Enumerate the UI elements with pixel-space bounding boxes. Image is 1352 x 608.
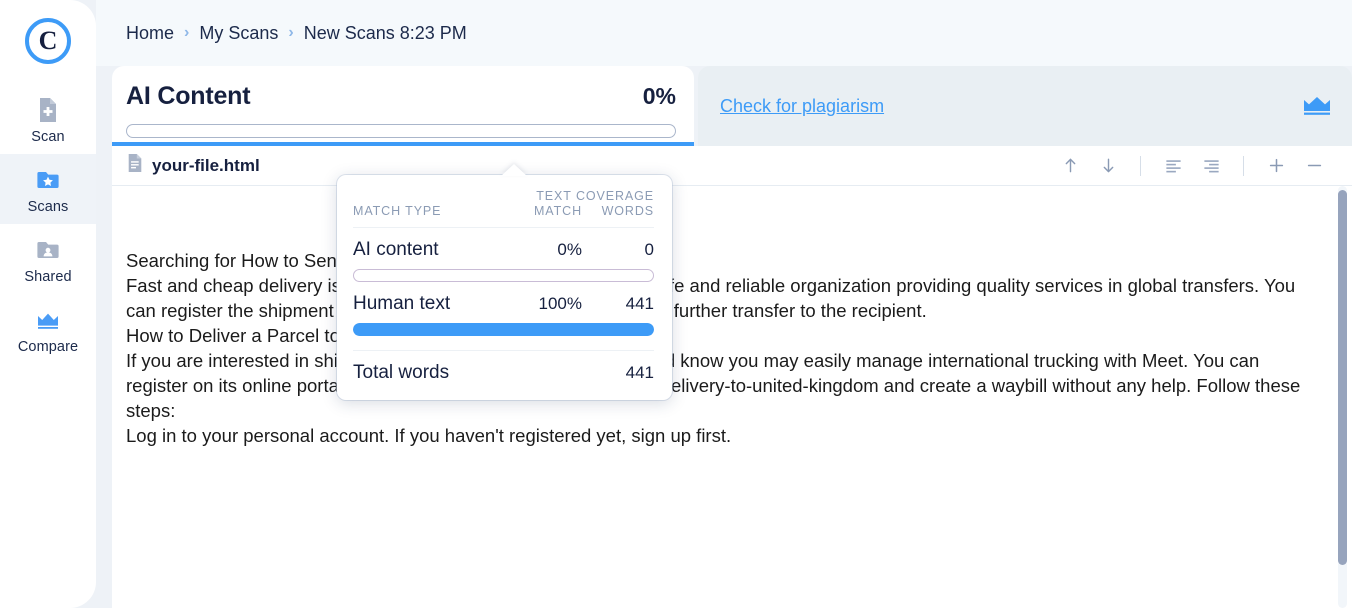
popover-row-human-text: Human text 100% 441 xyxy=(353,282,654,315)
align-left-icon[interactable] xyxy=(1161,154,1185,178)
popover-arrow xyxy=(501,164,527,176)
row-match-percent: 0% xyxy=(557,240,582,259)
result-panel-header: AI Content 0% Check for plagiarism xyxy=(112,66,1352,146)
file-document-icon xyxy=(126,153,144,178)
arrow-down-icon[interactable] xyxy=(1096,154,1120,178)
crown-icon[interactable] xyxy=(1302,95,1332,117)
plus-icon[interactable] xyxy=(1264,154,1288,178)
plagiarism-card[interactable]: Check for plagiarism xyxy=(698,66,1352,146)
match-summary-popover: TEXT COVERAGE MATCH TYPE MATCH WORDS AI … xyxy=(337,164,672,400)
scrollbar-thumb[interactable] xyxy=(1338,190,1347,565)
toolbar-divider-2 xyxy=(1243,155,1244,176)
text-coverage-label: TEXT COVERAGE xyxy=(536,189,654,203)
align-right-icon[interactable] xyxy=(1199,154,1223,178)
app-root: C Scan Scans Shared Compare Home › My Sc… xyxy=(0,0,1352,608)
document-toolbar: your-file.html xyxy=(112,146,1352,186)
total-words-value: 441 xyxy=(625,363,654,382)
document-paragraph: Searching for How to Send a Parcel to th… xyxy=(126,250,1301,446)
file-chip: your-file.html xyxy=(126,153,260,178)
toolbar-divider-1 xyxy=(1140,155,1141,176)
total-words-label: Total words xyxy=(353,362,450,383)
popover-total-words-row: Total words 441 xyxy=(353,351,654,384)
row-word-count: 0 xyxy=(644,240,654,259)
human-text-bar-fill xyxy=(353,323,654,336)
popover-column-headers: MATCH TYPE MATCH WORDS xyxy=(353,204,654,228)
ai-content-percent: 0% xyxy=(642,83,676,109)
folder-person-icon xyxy=(32,235,64,265)
column-header-match-type: MATCH TYPE xyxy=(353,204,442,218)
document-pane: your-file.html Searching for How to Send… xyxy=(112,146,1352,608)
sidebar-item-label: Scan xyxy=(31,129,65,145)
popover-row-ai-content: AI content 0% 0 xyxy=(353,228,654,261)
breadcrumb-item-my-scans[interactable]: My Scans xyxy=(199,23,278,44)
document-plus-icon xyxy=(32,95,64,125)
arrow-up-icon[interactable] xyxy=(1058,154,1082,178)
sidebar-item-compare[interactable]: Compare xyxy=(0,294,96,364)
human-text-bar xyxy=(353,323,654,336)
column-header-match: MATCH xyxy=(533,204,582,218)
check-for-plagiarism-link[interactable]: Check for plagiarism xyxy=(720,96,884,117)
page-title: AI Content xyxy=(126,82,251,110)
document-scrollbar[interactable] xyxy=(1338,186,1347,608)
ai-content-card[interactable]: AI Content 0% xyxy=(112,66,694,146)
ai-content-progress-bar xyxy=(126,124,676,138)
breadcrumb: Home › My Scans › New Scans 8:23 PM xyxy=(126,23,467,44)
crown-icon xyxy=(32,305,64,335)
breadcrumb-item-home[interactable]: Home xyxy=(126,23,174,44)
folder-star-icon xyxy=(32,165,64,195)
ai-content-card-top: AI Content 0% xyxy=(126,82,676,111)
breadcrumb-item-current: New Scans 8:23 PM xyxy=(303,22,467,43)
sidebar-item-label: Scans xyxy=(27,199,69,215)
sidebar-nav: Scan Scans Shared Compare xyxy=(0,84,96,364)
top-bar: Home › My Scans › New Scans 8:23 PM xyxy=(96,0,1352,66)
chevron-right-icon: › xyxy=(184,24,190,41)
sidebar-item-shared[interactable]: Shared xyxy=(0,224,96,294)
column-header-words: WORDS xyxy=(601,204,654,218)
row-label: Human text xyxy=(353,293,451,314)
workspace: AI Content 0% Check for plagiarism your-… xyxy=(96,66,1352,608)
row-match-percent: 100% xyxy=(538,294,582,313)
file-name-label: your-file.html xyxy=(152,155,260,175)
sidebar-item-label: Compare xyxy=(17,339,79,355)
document-toolbar-actions xyxy=(1058,154,1326,178)
document-body[interactable]: Searching for How to Send a Parcel to th… xyxy=(112,186,1352,608)
sidebar-item-label: Shared xyxy=(24,269,72,285)
document-text: Searching for How to Send a Parcel to th… xyxy=(126,198,1326,608)
row-label: AI content xyxy=(353,239,439,260)
ai-content-bar xyxy=(353,269,654,282)
minus-icon[interactable] xyxy=(1302,154,1326,178)
main-area: Home › My Scans › New Scans 8:23 PM AI C… xyxy=(96,0,1352,608)
copyleaks-c-logo: C xyxy=(25,18,71,64)
sidebar-item-scan[interactable]: Scan xyxy=(0,84,96,154)
sidebar: C Scan Scans Shared Compare xyxy=(0,0,96,608)
row-word-count: 441 xyxy=(625,294,654,313)
app-logo[interactable]: C xyxy=(21,14,75,68)
sidebar-item-scans[interactable]: Scans xyxy=(0,154,96,224)
chevron-right-icon: › xyxy=(288,24,294,41)
